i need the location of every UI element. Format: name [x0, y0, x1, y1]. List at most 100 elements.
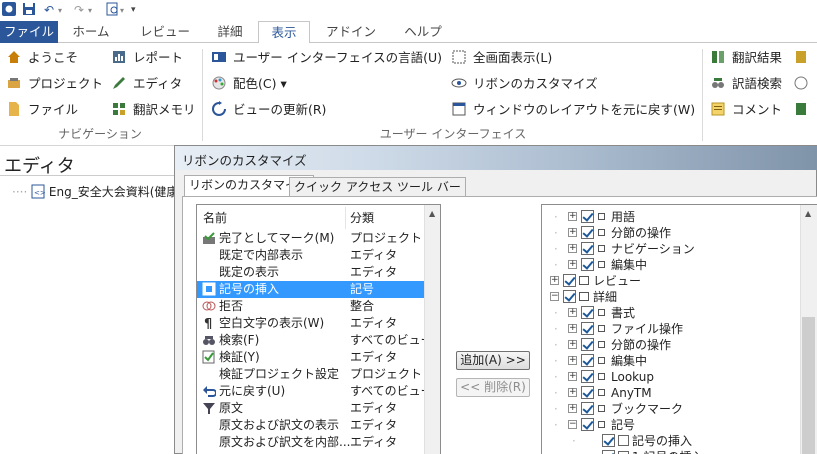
- file-button[interactable]: ファイル: [6, 100, 78, 120]
- report-button[interactable]: レポート: [111, 48, 183, 68]
- overflow-icon-2[interactable]: [793, 74, 815, 94]
- undo-icon[interactable]: ↶: [44, 2, 54, 19]
- tab-file[interactable]: ファイル: [0, 21, 58, 43]
- command-list-scrollbar[interactable]: ▲: [424, 205, 440, 454]
- remove-button[interactable]: << 削除(R): [456, 378, 530, 397]
- editor-file-item[interactable]: ···· <> Eng_安全大会資料(健康: [12, 183, 178, 201]
- expand-icon[interactable]: +: [568, 260, 577, 269]
- ribbon-tree-item[interactable]: · + ファイル操作: [542, 321, 800, 337]
- customize-ribbon-button[interactable]: リボンのカスタマイズ: [451, 74, 598, 94]
- checkbox-checked[interactable]: [581, 306, 594, 319]
- command-list-row[interactable]: 原文 エディタ: [197, 400, 425, 417]
- tab-review[interactable]: レビュー: [130, 21, 200, 43]
- ribbon-tree-item[interactable]: · + 分節の操作: [542, 337, 800, 353]
- expand-icon[interactable]: +: [568, 212, 577, 221]
- ui-language-button[interactable]: ユーザー インターフェイスの言語(U): [211, 48, 442, 68]
- comment-button[interactable]: コメント: [710, 100, 782, 120]
- tab-addins[interactable]: アドイン: [318, 21, 384, 43]
- command-list-row[interactable]: 既定で内部表示 エディタ: [197, 247, 425, 264]
- command-list-row[interactable]: 拒否 整合: [197, 298, 425, 315]
- project-button[interactable]: プロジェクト: [6, 74, 103, 94]
- editor-button[interactable]: エディタ: [111, 74, 182, 94]
- expand-icon[interactable]: +: [568, 228, 577, 237]
- command-list-row[interactable]: 検証プロジェクト設定 プロジェクト: [197, 366, 425, 383]
- expand-icon[interactable]: +: [550, 276, 559, 285]
- ribbon-tree-item[interactable]: · + ブックマーク: [542, 401, 800, 417]
- checkbox-checked[interactable]: [563, 274, 576, 287]
- command-list-row[interactable]: 記号の挿入 記号: [197, 281, 425, 298]
- ribbon-tree-item[interactable]: · + 書式: [542, 305, 800, 321]
- tab-quick-access-toolbar[interactable]: クイック アクセス ツール バー: [289, 177, 466, 197]
- translation-memory-button[interactable]: 翻訳メモリ: [111, 100, 196, 120]
- checkbox-checked[interactable]: [563, 290, 576, 303]
- command-list-row[interactable]: 検証(Y) エディタ: [197, 349, 425, 366]
- command-list-row[interactable]: 元に戻す(U) すべてのビュー: [197, 383, 433, 400]
- ribbon-tree-item[interactable]: · + ナビゲーション: [542, 241, 800, 257]
- expand-icon[interactable]: +: [568, 404, 577, 413]
- welcome-button[interactable]: ようこそ: [6, 48, 78, 68]
- checkbox-checked[interactable]: [581, 402, 594, 415]
- command-list[interactable]: 名前 分類 完了としてマーク(M) プロジェクト 既定で内部表示 エディタ 既定の表示エ…: [196, 204, 441, 454]
- command-list-row[interactable]: 検索(F) すべてのビュー: [197, 332, 433, 349]
- column-header-category[interactable]: 分類: [350, 207, 374, 229]
- expand-icon[interactable]: +: [568, 324, 577, 333]
- command-list-row[interactable]: ¶ 空白文字の表示(W) エディタ: [197, 315, 425, 332]
- checkbox-checked[interactable]: [581, 242, 594, 255]
- command-list-row[interactable]: 原文および訳文の表示 エディタ: [197, 417, 425, 434]
- collapse-icon[interactable]: −: [550, 292, 559, 301]
- tab-view[interactable]: 表示: [258, 21, 310, 44]
- checkbox-checked[interactable]: [581, 258, 594, 271]
- checkbox-checked[interactable]: [581, 370, 594, 383]
- refresh-view-button[interactable]: ビューの更新(R): [211, 100, 326, 120]
- checkbox-checked[interactable]: [581, 386, 594, 399]
- expand-icon[interactable]: +: [568, 308, 577, 317]
- preview-dropdown-icon[interactable]: ▾: [120, 2, 124, 19]
- customize-qat-icon[interactable]: ▾: [131, 2, 136, 19]
- ribbon-tree-item[interactable]: ·1 記号の挿入: [542, 449, 800, 454]
- checkbox-checked[interactable]: [581, 354, 594, 367]
- ribbon-tree-item[interactable]: · − 記号: [542, 417, 800, 433]
- add-button[interactable]: 追加(A) >>: [456, 351, 530, 370]
- ribbon-tree-item[interactable]: · + 編集中: [542, 353, 800, 369]
- redo-dropdown-icon[interactable]: ▾: [88, 2, 92, 19]
- redo-icon[interactable]: ↷: [74, 2, 84, 19]
- full-screen-button[interactable]: 全画面表示(L): [451, 48, 552, 68]
- ribbon-tree-item[interactable]: · + 編集中: [542, 257, 800, 273]
- ribbon-tree-item[interactable]: · 記号の挿入: [542, 433, 800, 449]
- expand-icon[interactable]: +: [568, 388, 577, 397]
- ribbon-tree-item[interactable]: · + AnyTM: [542, 385, 800, 401]
- checkbox-checked[interactable]: [581, 322, 594, 335]
- ribbon-tree[interactable]: · + 用語 · + 分節の操作 · + ナビゲーション · + 編集中 + レビュー − 詳細 · + 書式 · + フ…: [541, 204, 817, 454]
- checkbox-checked[interactable]: [602, 434, 615, 447]
- ribbon-tree-item[interactable]: − 詳細: [542, 289, 800, 305]
- save-icon[interactable]: [22, 2, 36, 19]
- expand-icon[interactable]: +: [568, 244, 577, 253]
- undo-dropdown-icon[interactable]: ▾: [58, 2, 62, 19]
- ribbon-tree-item[interactable]: + レビュー: [542, 273, 800, 289]
- preview-icon[interactable]: [106, 2, 120, 19]
- expand-icon[interactable]: +: [568, 372, 577, 381]
- tab-advanced[interactable]: 詳細: [206, 21, 254, 43]
- ribbon-tree-scroll-thumb[interactable]: [802, 317, 815, 454]
- ribbon-tree-item[interactable]: · + 用語: [542, 209, 800, 225]
- command-list-row[interactable]: 原文および訳文を内部... エディタ: [197, 434, 425, 451]
- overflow-icon-1[interactable]: [793, 48, 815, 68]
- checkbox-checked[interactable]: [581, 418, 594, 431]
- tab-help[interactable]: ヘルプ: [394, 21, 452, 43]
- checkbox-checked[interactable]: [581, 338, 594, 351]
- term-lookup-button[interactable]: 訳語検索: [710, 74, 782, 94]
- ribbon-tree-item[interactable]: · + Lookup: [542, 369, 800, 385]
- checkbox-checked[interactable]: [581, 210, 594, 223]
- checkbox-checked[interactable]: [581, 226, 594, 239]
- command-list-row[interactable]: 完了としてマーク(M) プロジェクト: [197, 230, 425, 247]
- translation-results-button[interactable]: 翻訳結果: [710, 48, 782, 68]
- checkbox-checked[interactable]: [602, 450, 615, 454]
- column-header-name[interactable]: 名前: [203, 207, 227, 229]
- tab-home[interactable]: ホーム: [60, 21, 122, 43]
- color-scheme-button[interactable]: 配色(C) ▾: [211, 74, 287, 94]
- command-list-row[interactable]: 既定の表示 エディタ: [197, 264, 425, 281]
- overflow-icon-3[interactable]: [793, 100, 815, 120]
- reset-layout-button[interactable]: ウィンドウのレイアウトを元に戻す(W): [451, 100, 695, 120]
- expand-icon[interactable]: +: [568, 356, 577, 365]
- ribbon-tree-item[interactable]: · + 分節の操作: [542, 225, 800, 241]
